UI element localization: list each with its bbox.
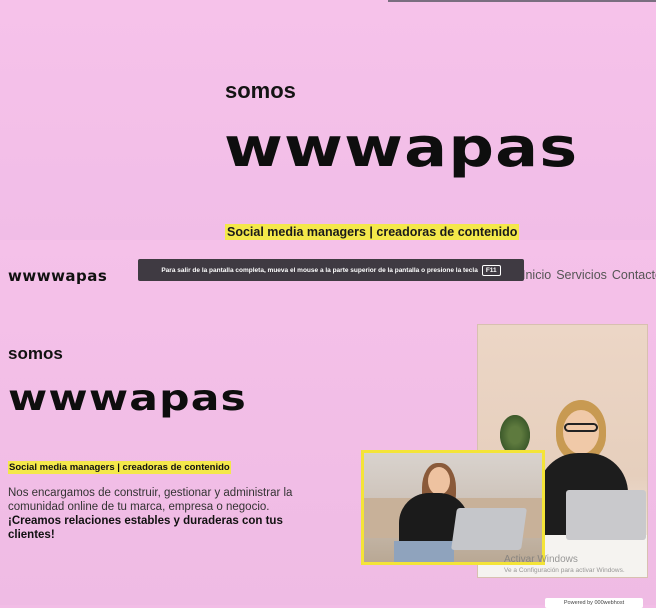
powered-by-badge[interactable]: Powered by 000webhost [545, 598, 643, 608]
website-viewport: wwwwapas Inicio Servicios Contacto Para … [0, 240, 656, 608]
glasses-shape [564, 423, 598, 432]
laptop-shape [566, 490, 646, 540]
face-shape [563, 410, 599, 454]
nav-item-servicios[interactable]: Servicios [556, 268, 607, 282]
hero-description-bold: ¡Creamos relaciones estables y duraderas… [8, 515, 283, 541]
previous-screen-section: somos wwwapas Social media managers | cr… [0, 0, 656, 240]
nav-item-contacto[interactable]: Contacto [612, 268, 656, 282]
top-tagline: Social media managers | creadoras de con… [225, 224, 520, 240]
top-somos-heading: somos [225, 78, 296, 103]
windows-activation-title: Activar Windows [504, 554, 578, 565]
hero-brand-title: wwwapas [8, 378, 248, 419]
f11-key-badge: F11 [481, 264, 501, 276]
jeans-shape [394, 541, 454, 562]
top-brand-title: wwwapas [224, 116, 579, 179]
hero-tagline: Social media managers | creadoras de con… [8, 461, 231, 474]
nav-item-inicio[interactable]: Inicio [522, 268, 551, 282]
fullscreen-exit-toast: Para salir de la pantalla completa, muev… [138, 259, 524, 281]
plant-shape [500, 415, 530, 455]
hero-somos-heading: somos [8, 344, 63, 363]
fullscreen-toast-message: Para salir de la pantalla completa, muev… [161, 266, 478, 274]
windows-activation-subtitle: Ve a Configuración para activar Windows. [504, 567, 625, 574]
team-photo-sofa-woman [361, 450, 545, 565]
top-divider [388, 0, 656, 2]
main-nav: Inicio Servicios Contacto [522, 268, 656, 282]
face-shape [428, 467, 450, 495]
hero-description: Nos encargamos de construir, gestionar y… [8, 487, 293, 513]
laptop-shape [451, 508, 527, 550]
site-logo[interactable]: wwwwapas [8, 267, 107, 285]
